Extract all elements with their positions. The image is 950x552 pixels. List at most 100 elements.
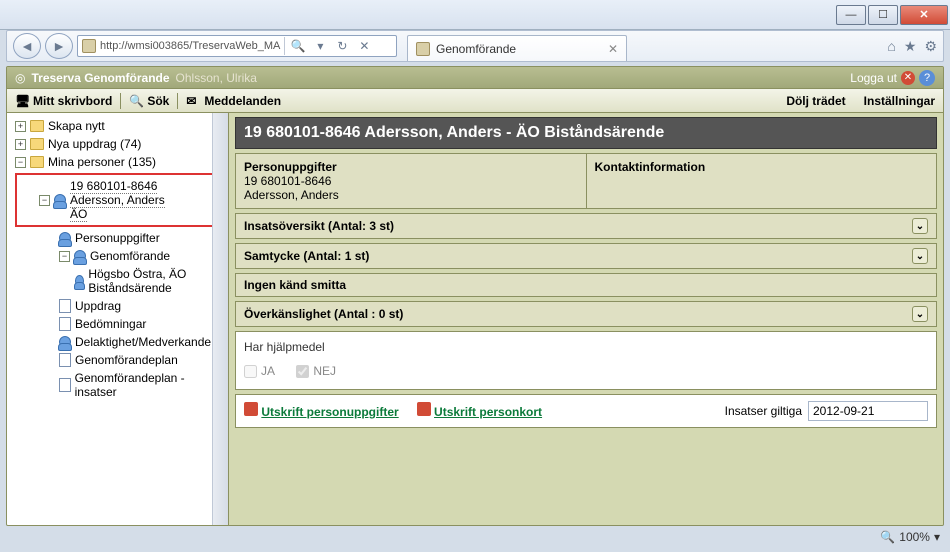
person-icon — [59, 232, 71, 244]
logout-label[interactable]: Logga ut — [850, 71, 897, 85]
app-titlebar: ◎ Treserva Genomförande Ohlsson, Ulrika … — [7, 67, 943, 89]
toolbar-desktop[interactable]: Mitt skrivbord — [33, 94, 112, 108]
ie-toolbar: ◄ ► http://wmsi003865/TreservaWeb_MA 🔍 ▾… — [6, 30, 944, 62]
section-overkanslighet[interactable]: Överkänslighet (Antal : 0 st) ⌄ — [235, 301, 937, 327]
kontakt-col: Kontaktinformation — [586, 154, 937, 208]
logout-icon[interactable]: ✕ — [901, 71, 915, 85]
maximize-button[interactable]: ☐ — [868, 5, 898, 25]
close-button[interactable]: ✕ — [900, 5, 948, 25]
zoom-level: 100% — [899, 530, 930, 544]
toolbar-messages[interactable]: Meddelanden — [204, 94, 281, 108]
collapse-icon[interactable]: − — [59, 251, 70, 262]
print-personkort[interactable]: Utskrift personkort — [417, 402, 542, 419]
browser-tab[interactable]: Genomförande ✕ — [407, 35, 627, 61]
address-bar[interactable]: http://wmsi003865/TreservaWeb_MA 🔍 ▾ ↻ ✕ — [77, 35, 397, 57]
desktop-icon: 🖥 — [15, 94, 29, 108]
tab-title: Genomförande — [436, 42, 516, 56]
tree-person-pnr: 19 680101-8646 — [70, 179, 157, 194]
section-label: Ingen känd smitta — [244, 278, 346, 292]
toolbar-search[interactable]: Sök — [147, 94, 169, 108]
window-titlebar: — ☐ ✕ — [0, 0, 950, 30]
url-text: http://wmsi003865/TreservaWeb_MA — [100, 40, 280, 52]
dropdown-icon[interactable]: ▾ — [311, 37, 329, 55]
hjalpmedel-ja[interactable]: JA — [244, 364, 275, 378]
personuppgifter-col: Personuppgifter 19 680101-8646 Adersson,… — [236, 154, 586, 208]
back-button[interactable]: ◄ — [13, 33, 41, 59]
favorites-icon[interactable]: ★ — [904, 38, 917, 55]
zoom-icon[interactable]: 🔍 — [880, 530, 895, 544]
print-personuppgifter[interactable]: Utskrift personuppgifter — [244, 402, 399, 419]
info-card: Personuppgifter 19 680101-8646 Adersson,… — [235, 153, 937, 209]
tree-create-new[interactable]: + Skapa nytt — [15, 117, 224, 135]
messages-icon: ✉ — [186, 94, 200, 108]
toolbar-hide-tree[interactable]: Dölj trädet — [786, 94, 845, 108]
chevron-down-icon[interactable]: ⌄ — [912, 306, 928, 322]
chevron-down-icon[interactable]: ⌄ — [912, 248, 928, 264]
tree-label: Bedömningar — [75, 317, 146, 331]
tools-icon[interactable]: ⚙ — [924, 38, 937, 55]
minimize-button[interactable]: — — [836, 5, 866, 25]
tree-person-ao: ÄO — [70, 207, 87, 222]
document-icon — [59, 353, 71, 367]
section-label: Överkänslighet (Antal : 0 st) — [244, 307, 403, 321]
expand-icon[interactable]: + — [15, 139, 26, 150]
folder-icon — [30, 120, 44, 132]
tab-site-icon — [416, 42, 430, 56]
checkbox-nej[interactable] — [296, 365, 309, 378]
tree-new-assignments[interactable]: + Nya uppdrag (74) — [15, 135, 224, 153]
person-icon — [75, 275, 84, 287]
tree-label: Uppdrag — [75, 299, 121, 313]
section-smitta: Ingen känd smitta — [235, 273, 937, 297]
tree-label: Genomförande — [90, 249, 170, 263]
home-icon[interactable]: ⌂ — [887, 38, 895, 55]
tree-selected-person[interactable]: − 19 680101-8646 Adersson, Anders ÄO — [15, 173, 224, 227]
tree-delaktighet[interactable]: Delaktighet/Medverkande — [15, 333, 224, 351]
tree-genplan[interactable]: Genomförandeplan — [15, 351, 224, 369]
checkbox-ja[interactable] — [244, 365, 257, 378]
app-frame: ◎ Treserva Genomförande Ohlsson, Ulrika … — [6, 66, 944, 526]
refresh-icon[interactable]: ↻ — [333, 37, 351, 55]
section-samtycke[interactable]: Samtycke (Antal: 1 st) ⌄ — [235, 243, 937, 269]
section-insats[interactable]: Insatsöversikt (Antal: 3 st) ⌄ — [235, 213, 937, 239]
tree-uppdrag[interactable]: Uppdrag — [15, 297, 224, 315]
tree-scrollbar[interactable] — [212, 113, 228, 525]
collapse-icon[interactable]: − — [15, 157, 26, 168]
tree-genomforande[interactable]: − Genomförande — [15, 247, 224, 265]
help-icon[interactable]: ? — [919, 70, 935, 86]
tree-label: Högsbo Östra, ÄO Biståndsärende — [88, 267, 224, 295]
folder-icon — [30, 156, 44, 168]
pdf-icon — [417, 402, 431, 416]
stop-icon[interactable]: ✕ — [355, 37, 373, 55]
tree-label: Nya uppdrag (74) — [48, 137, 141, 151]
personuppgifter-heading: Personuppgifter — [244, 160, 337, 174]
app-user: Ohlsson, Ulrika — [176, 71, 257, 85]
collapse-icon[interactable]: − — [39, 195, 50, 206]
toolbar-settings[interactable]: Inställningar — [864, 94, 935, 108]
tab-close-icon[interactable]: ✕ — [608, 42, 618, 56]
tree-bistand[interactable]: Högsbo Östra, ÄO Biståndsärende — [15, 265, 224, 297]
tree-label: Mina personer (135) — [48, 155, 156, 169]
zoom-dropdown-icon[interactable]: ▾ — [934, 530, 940, 544]
kontakt-heading: Kontaktinformation — [595, 160, 706, 174]
person-icon — [59, 336, 71, 348]
expand-icon[interactable]: + — [15, 121, 26, 132]
tree-personuppgifter[interactable]: Personuppgifter — [15, 229, 224, 247]
content-panel: 19 680101-8646 Adersson, Anders - ÄO Bis… — [229, 113, 943, 525]
person-icon — [74, 250, 86, 262]
app-icon: ◎ — [15, 71, 25, 85]
hjalpmedel-nej[interactable]: NEJ — [296, 364, 336, 378]
personuppgifter-pnr: 19 680101-8646 — [244, 174, 331, 188]
section-label: Insatsöversikt (Antal: 3 st) — [244, 219, 394, 233]
search-icon[interactable]: 🔍 — [289, 37, 307, 55]
app-toolbar: 🖥 Mitt skrivbord 🔍 Sök ✉ Meddelanden Döl… — [7, 89, 943, 113]
person-icon — [54, 194, 66, 206]
tree-genplan-insatser[interactable]: Genomförandeplan - insatser — [15, 369, 224, 401]
tree-my-persons[interactable]: − Mina personer (135) — [15, 153, 224, 171]
document-icon — [59, 317, 71, 331]
search-tool-icon: 🔍 — [129, 94, 143, 108]
chevron-down-icon[interactable]: ⌄ — [912, 218, 928, 234]
forward-button[interactable]: ► — [45, 33, 73, 59]
tree-bedomningar[interactable]: Bedömningar — [15, 315, 224, 333]
valid-date-input[interactable] — [808, 401, 928, 421]
pdf-icon — [244, 402, 258, 416]
